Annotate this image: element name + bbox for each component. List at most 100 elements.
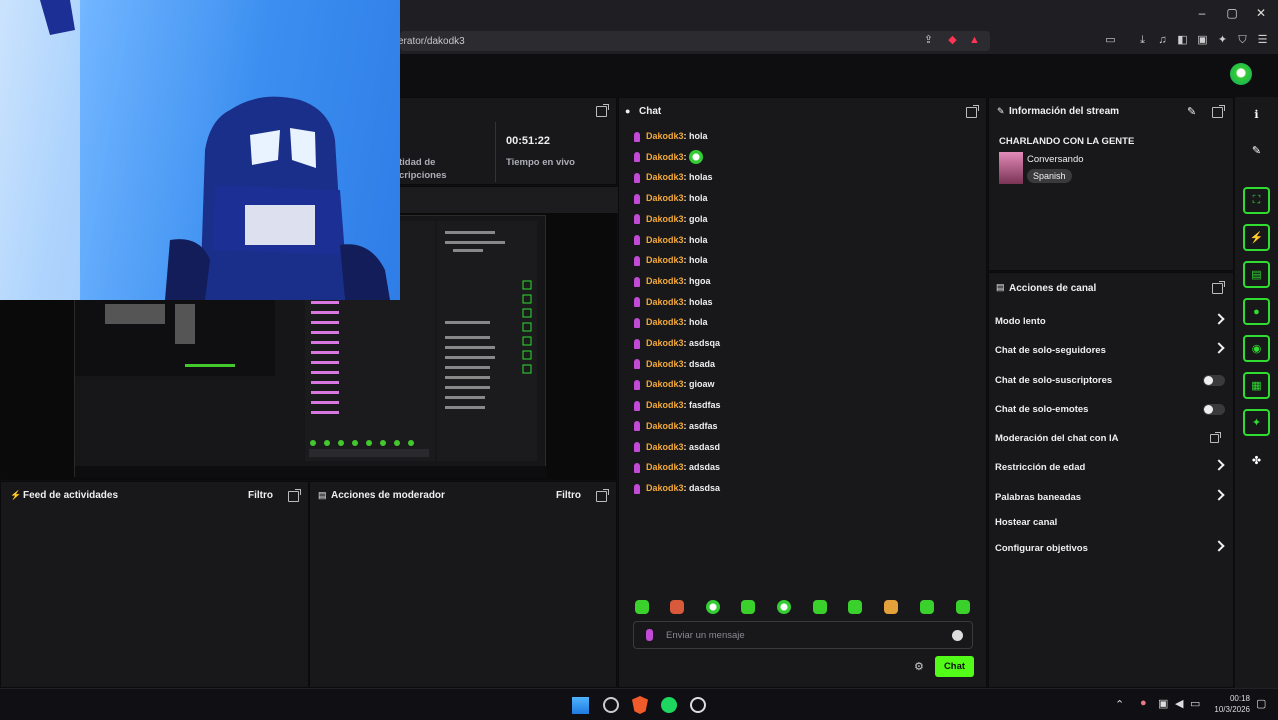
chevron-right-icon[interactable] <box>1213 489 1225 501</box>
minimize-icon[interactable]: – <box>1195 6 1209 20</box>
chat-username[interactable]: Dakodk3 <box>646 317 684 327</box>
popout-icon[interactable] <box>966 105 979 118</box>
external-link-icon[interactable] <box>1210 432 1221 443</box>
mod-icon[interactable]: ▦ <box>1243 372 1270 399</box>
chat-username[interactable]: Dakodk3 <box>646 235 684 245</box>
emote-icon[interactable] <box>956 600 970 614</box>
chat-username[interactable]: Dakodk3 <box>646 255 684 265</box>
chat-message[interactable]: Dakodk3: gola <box>634 212 708 226</box>
popout-icon[interactable] <box>596 104 609 117</box>
avatar[interactable] <box>1230 63 1252 85</box>
channel-action-row[interactable]: Chat de solo-emotes <box>995 404 1227 418</box>
emote-icon[interactable] <box>813 600 827 614</box>
chat-username[interactable]: Dakodk3 <box>646 214 684 224</box>
emote-icon[interactable] <box>635 600 649 614</box>
chat-message[interactable]: Dakodk3: hola <box>634 129 708 143</box>
send-chat-button[interactable]: Chat <box>935 656 974 677</box>
info-icon[interactable]: ℹ <box>1243 101 1270 128</box>
microphone-icon[interactable]: ● <box>1140 697 1147 709</box>
settings-gear-icon[interactable]: ⚙ <box>914 660 924 673</box>
channel-action-row[interactable]: Hostear canal <box>995 517 1227 531</box>
popout-icon[interactable] <box>1212 281 1225 294</box>
url-text[interactable]: erator/dakodk3 <box>398 36 465 47</box>
chat-message[interactable]: Dakodk3: dasdsa <box>634 481 720 495</box>
channel-action-row[interactable]: Chat de solo-suscriptores <box>995 375 1227 389</box>
extensions-icon[interactable]: ✦ <box>1216 34 1229 47</box>
spotify-icon[interactable] <box>661 697 677 713</box>
toggle-switch[interactable] <box>1203 375 1225 386</box>
chat-username[interactable]: Dakodk3 <box>646 297 684 307</box>
emote-icon[interactable] <box>848 600 862 614</box>
emoji-icon[interactable] <box>952 630 963 641</box>
battery-icon[interactable]: ▭ <box>1190 697 1200 710</box>
chat-message[interactable]: Dakodk3: gioaw <box>634 377 715 391</box>
chat-username[interactable]: Dakodk3 <box>646 442 684 452</box>
chat-username[interactable]: Dakodk3 <box>646 276 684 286</box>
chevron-right-icon[interactable] <box>1213 540 1225 552</box>
channel-action-row[interactable]: Configurar objetivos <box>995 540 1227 557</box>
music-icon[interactable]: ♫ <box>1156 34 1169 47</box>
brave-rewards-icon[interactable]: ▲ <box>968 34 981 47</box>
emote-icon[interactable] <box>741 600 755 614</box>
edit-pencil-icon[interactable]: ✎ <box>1187 105 1196 118</box>
reader-icon[interactable]: ▭ <box>1104 34 1117 47</box>
chat-message[interactable]: Dakodk3: hola <box>634 315 708 329</box>
chat-message[interactable]: Dakodk3: dsada <box>634 357 715 371</box>
url-field[interactable] <box>400 31 990 51</box>
brave-browser-icon[interactable] <box>632 696 648 714</box>
emote-icon[interactable] <box>884 600 898 614</box>
chat-message[interactable]: Dakodk3: hola <box>634 233 708 247</box>
chat-message[interactable]: Dakodk3: holas <box>634 295 713 309</box>
maximize-icon[interactable]: ▢ <box>1225 6 1239 20</box>
tools-icon[interactable]: ✦ <box>1243 409 1270 436</box>
clip-icon[interactable]: ⛶ <box>1243 187 1270 214</box>
download-icon[interactable]: ⤓ <box>1136 34 1149 47</box>
chat-username[interactable]: Dakodk3 <box>646 359 684 369</box>
obs-icon[interactable] <box>690 697 706 713</box>
chat-message[interactable]: Dakodk3: hgoa <box>634 274 711 288</box>
channel-action-row[interactable]: Modo lento <box>995 313 1227 330</box>
emote-icon[interactable] <box>670 600 684 614</box>
chat-input[interactable]: Enviar un mensaje <box>633 621 973 649</box>
chat-message[interactable]: Dakodk3: hola <box>634 253 708 267</box>
sidebar-icon[interactable]: ◧ <box>1176 34 1189 47</box>
chat-icon[interactable]: ● <box>1243 298 1270 325</box>
emote-icon[interactable] <box>706 600 720 614</box>
channel-action-row[interactable]: Moderación del chat con IA <box>995 432 1227 447</box>
chat-username[interactable]: Dakodk3 <box>646 131 684 141</box>
windows-start-icon[interactable] <box>572 697 589 714</box>
chat-username[interactable]: Dakodk3 <box>646 172 684 182</box>
chat-message[interactable]: Dakodk3: holas <box>634 170 713 184</box>
chat-username[interactable]: Dakodk3 <box>646 338 684 348</box>
apps-icon[interactable]: ✤ <box>1243 447 1270 474</box>
chat-username[interactable]: Dakodk3 <box>646 400 684 410</box>
chat-username[interactable]: Dakodk3 <box>646 462 684 472</box>
chat-message[interactable]: Dakodk3: adsdas <box>634 460 720 474</box>
activity-filter-button[interactable]: Filtro <box>248 490 273 501</box>
volume-icon[interactable]: ◀ <box>1175 697 1183 710</box>
search-icon[interactable] <box>603 697 619 713</box>
chat-username[interactable]: Dakodk3 <box>646 152 684 162</box>
chat-username[interactable]: Dakodk3 <box>646 421 684 431</box>
chevron-right-icon[interactable] <box>1213 459 1225 471</box>
channel-action-row[interactable]: Restricción de edad <box>995 459 1227 476</box>
chevron-up-icon[interactable]: ⌃ <box>1115 698 1124 711</box>
mod-filter-button[interactable]: Filtro <box>556 490 581 501</box>
share-icon[interactable]: ⇪ <box>922 34 935 47</box>
brave-shield-icon[interactable]: ◆ <box>946 34 959 47</box>
chevron-right-icon[interactable] <box>1213 342 1225 354</box>
emote-icon[interactable] <box>777 600 791 614</box>
channel-action-row[interactable]: Palabras baneadas <box>995 489 1227 506</box>
chevron-right-icon[interactable] <box>1213 313 1225 325</box>
lightning-icon[interactable]: ⚡ <box>1243 224 1270 251</box>
pencil-icon[interactable]: ✎ <box>1243 137 1270 164</box>
chat-username[interactable]: Dakodk3 <box>646 193 684 203</box>
close-icon[interactable]: ✕ <box>1254 6 1268 20</box>
popout-icon[interactable] <box>1212 105 1225 118</box>
notification-icon[interactable]: ▢ <box>1256 697 1266 710</box>
popout-icon[interactable] <box>596 489 609 502</box>
network-icon[interactable]: ▣ <box>1158 697 1168 710</box>
chat-username[interactable]: Dakodk3 <box>646 483 684 493</box>
chat-message[interactable]: Dakodk3: hola <box>634 191 708 205</box>
popout-icon[interactable] <box>288 489 301 502</box>
